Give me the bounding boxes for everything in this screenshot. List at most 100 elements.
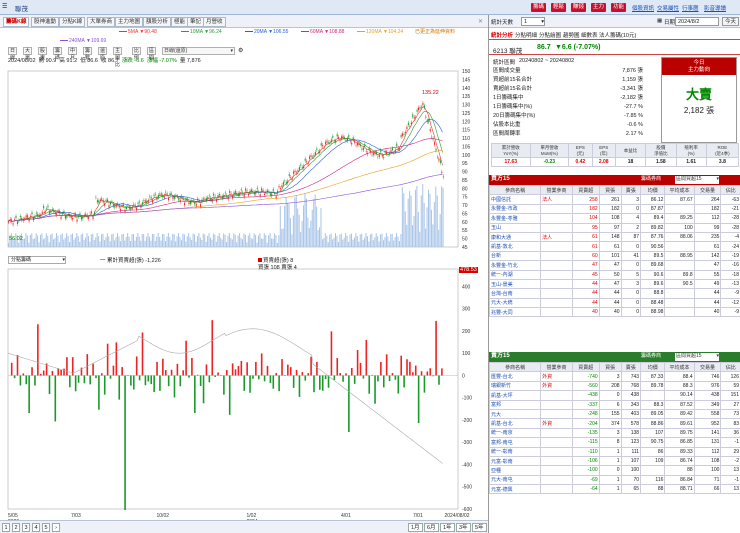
broker-name[interactable]: 富邦 [488,399,542,410]
tab-share-analysis[interactable]: 額股分析 [143,17,172,27]
broker-row[interactable]: 亞種 -100 0 100 88 100 13 [488,465,740,476]
chart-canvas[interactable]: 150 145 140 135 130 125 120 115 110 105 100 95 90 85 8… [0,37,488,520]
volume-bar [204,234,206,247]
next-page-icon[interactable]: › [52,523,60,532]
broker-name[interactable]: 瑞銀新竹 [488,380,542,392]
sell-filter-select[interactable]: 區間買超15 ▾ [675,353,719,361]
sell-filter-label[interactable]: 籌碼券商 [641,352,661,361]
broker-name[interactable]: 永豐金-苓雅 [488,213,542,224]
broker-name[interactable]: 凱基-敦北 [488,241,542,252]
broker-name[interactable]: 中國信託 [488,194,542,205]
broker-name[interactable]: 台灣-台南 [488,288,542,299]
broker-name[interactable]: 玉山-景美 [488,278,542,290]
broker-name[interactable]: 統一-內湖 [488,269,542,280]
range-1y[interactable]: 1年 [440,523,455,532]
calendar-icon[interactable]: ▦ [657,18,662,24]
broker-name[interactable]: 元富-德興 [488,484,542,495]
calendar-link[interactable]: 行事曆 [682,4,699,12]
tab-monthly-revenue[interactable]: 月營收 [203,17,226,27]
page-4[interactable]: 4 [32,523,40,532]
broker-name[interactable]: 凱基-台北 [488,418,542,429]
page-3[interactable]: 3 [22,523,30,532]
broker-name[interactable]: 元富-彰南 [488,455,542,467]
subtab-stat[interactable]: 統計分析 [491,31,513,39]
broker-name[interactable]: 元大 [488,408,542,420]
broker-row[interactable]: 富邦 -337 6 343 88.3 87.52 349 27 [488,399,740,410]
broker-name[interactable]: 永豐金-竹北 [488,260,542,271]
broker-row[interactable]: 瑞銀新竹 外資 -560 208 768 89.78 88.3 976 59 [488,380,740,392]
broker-row[interactable]: 凱基-台北 外資 -204 374 578 88.86 89.61 952 83 [488,418,740,429]
range-5y[interactable]: 5年 [472,523,487,532]
broker-row[interactable]: 凱基-大坪 -438 0 438 90.14 438 151 [488,390,740,401]
broker-row[interactable]: 中國信託 法人 258 261 3 86.12 87.67 264 -63 [488,194,740,205]
range-3y[interactable]: 3年 [456,523,471,532]
buy-filter-label[interactable]: 籌碼券商 [641,175,661,184]
range-1m[interactable]: 1月 [408,523,423,532]
trade-attr-link[interactable]: 交易屬性 [657,4,679,12]
menu-icon[interactable]: ☰ [2,3,7,10]
broker-row[interactable]: 元富-德興 -64 1 65 88 88.71 66 13 [488,484,740,495]
broker-name[interactable]: 康和大通 [488,231,542,243]
subtab-branch-plot[interactable]: 分點繪圖 [539,31,561,39]
broker-row[interactable]: 玉山 95 97 2 89.82 100 99 -28 [488,222,740,233]
subtab-detail[interactable]: 細數表 [581,31,598,39]
broker-row[interactable]: 元大-大統 44 44 0 88.48 44 -12 [488,297,740,309]
broker-name[interactable]: 元大-南屯 [488,474,542,486]
stock-info-link[interactable]: 個股資訊 [632,4,654,12]
page-2[interactable]: 2 [12,523,20,532]
broker-row[interactable]: 康和大通 法人 61 148 87 87.76 88.06 235 -4 [488,231,740,243]
broker-name[interactable]: 富邦-南屯 [488,437,542,448]
broker-row[interactable]: 永豐金-市政 182 182 0 87.87 182 -21 [488,203,740,215]
tab-branch-kline[interactable]: 分點K線 [59,17,86,27]
broker-row[interactable]: 元大 -248 155 403 89.05 89.42 558 73 [488,408,740,420]
broker-row[interactable]: 富邦-南屯 -115 8 123 90.75 86.85 131 -1 [488,437,740,448]
broker-name[interactable]: 台新 [488,250,542,262]
broker-name[interactable]: 凱基-大坪 [488,390,542,401]
range-6m[interactable]: 6月 [424,523,439,532]
buy-filter-select[interactable]: 區間買超15 ▾ [675,176,719,184]
broker-row[interactable]: 統一-內湖 45 50 5 90.6 89.8 55 -18 [488,269,740,280]
subtab-branch[interactable]: 分點明細 [515,31,537,39]
broker-name[interactable]: 元大-大統 [488,297,542,309]
broker-row[interactable]: 永豐金-苓雅 104 108 4 89.4 89.25 112 -28 [488,213,740,224]
broker-row[interactable]: 統一-彰南 -110 1 111 86 89.33 112 29 [488,446,740,457]
tab-notes[interactable]: 筆記 [187,17,205,27]
broker-row[interactable]: 台灣-台南 44 44 0 88.8 44 -9 [488,288,740,299]
broker-row[interactable]: 統一-南京 -135 3 138 107 89.75 141 36 [488,427,740,439]
subtab-trend[interactable]: 趨勢圖 [563,31,580,39]
broker-row[interactable]: 匯豐-台北 外資 -740 3 743 87.33 88.4 746 126 [488,371,740,382]
chip-select[interactable]: 分點籌碼 ▾ [8,256,66,264]
tab-energy[interactable]: 極能 [171,17,189,27]
easy-button[interactable]: 輕鬆 [551,3,567,12]
date-input[interactable]: 2024/8/2 [675,17,719,26]
page-5[interactable]: 5 [42,523,50,532]
tab-stock-god[interactable]: 股神進動 [31,17,60,27]
close-icon[interactable]: ✕ [478,18,483,25]
broker-row[interactable]: 元大-南屯 -69 1 70 116 86.84 71 -1 [488,474,740,486]
tab-chip-kline[interactable]: 籌碼K線 [3,17,30,27]
broker-row[interactable]: 兆豐-大同 40 40 0 88.98 40 -9 [488,307,740,318]
money-button[interactable]: 賺錢 [571,3,587,12]
broker-name[interactable]: 兆豐-大同 [488,307,542,318]
today-button[interactable]: 今天 [722,17,740,26]
broker-name[interactable]: 匯豐-台北 [488,371,542,382]
broker-name[interactable]: 玉山 [488,222,542,233]
tab-main-map[interactable]: 主力地圖 [115,17,144,27]
chip-button[interactable]: 籌碼 [531,3,547,12]
video-link[interactable]: 影音導讀 [704,4,726,12]
broker-row[interactable]: 永豐金-竹北 47 47 0 89.68 47 -16 [488,260,740,271]
broker-row[interactable]: 台新 60 101 41 89.5 88.95 142 -19 [488,250,740,262]
broker-name[interactable]: 統一-彰南 [488,446,542,457]
broker-row[interactable]: 玉山-景美 44 47 3 89.6 90.5 49 -13 [488,278,740,290]
tab-big-broker[interactable]: 大單券商 [87,17,116,27]
broker-name[interactable]: 永豐金-市政 [488,203,542,215]
function-button[interactable]: 功能 [611,3,627,12]
broker-row[interactable]: 元富-彰南 -106 1 107 109 86.74 108 -2 [488,455,740,467]
broker-row[interactable]: 凱基-敦北 61 61 0 90.56 61 -24 [488,241,740,252]
subtab-legal[interactable]: 法人籌碼(10元) [599,31,636,39]
broker-name[interactable]: 亞種 [488,465,542,476]
stat-days-select[interactable]: 1 ▾ [521,17,545,26]
broker-name[interactable]: 統一-南京 [488,427,542,439]
page-1[interactable]: 1 [2,523,10,532]
main-force-button[interactable]: 主力 [591,3,607,12]
